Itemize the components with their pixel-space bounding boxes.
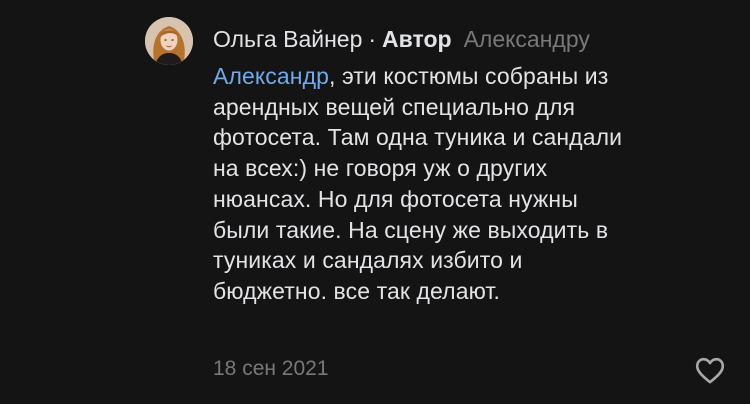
- mention-link[interactable]: Александр: [213, 63, 329, 89]
- comment-text: Александр, эти костюмы собраны из арендн…: [213, 61, 723, 307]
- comment-header: Ольга Вайнер · Автор Александру: [213, 24, 590, 54]
- heart-outline-icon: [695, 357, 725, 383]
- author-name[interactable]: Ольга Вайнер: [213, 24, 362, 54]
- comment: Ольга Вайнер · Автор Александру Александ…: [0, 0, 750, 404]
- avatar-image: [145, 17, 193, 65]
- comment-date[interactable]: 18 сен 2021: [213, 355, 329, 383]
- comment-text-body: , эти костюмы собраны из арендных вещей …: [213, 63, 623, 304]
- header-separator: ·: [368, 26, 377, 52]
- avatar[interactable]: [145, 17, 193, 65]
- reply-to-link[interactable]: Александру: [464, 24, 590, 54]
- like-button[interactable]: [693, 354, 727, 386]
- author-badge: Автор: [382, 26, 452, 52]
